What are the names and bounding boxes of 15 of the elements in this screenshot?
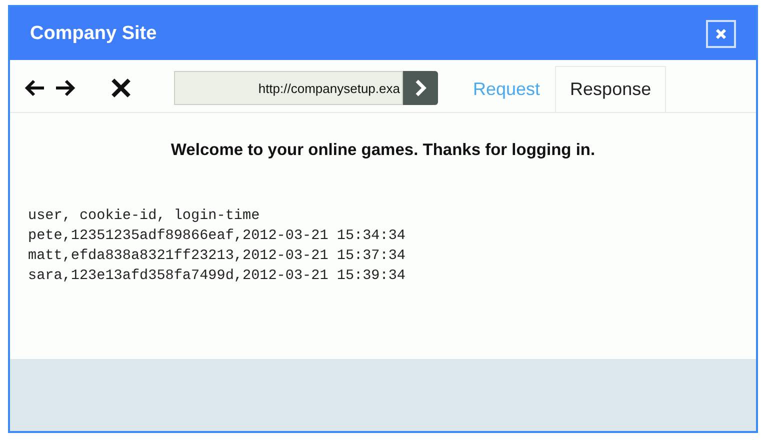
go-button[interactable]	[403, 71, 438, 105]
close-icon	[714, 26, 728, 40]
text-line: matt,efda838a8321ff23213,2012-03-21 15:37:34	[28, 247, 406, 266]
address-field[interactable]: http://companysetup.exa	[174, 71, 403, 105]
text-line: pete,12351235adf89866eaf,2012-03-21 15:34:34	[28, 227, 406, 246]
text-line: user, cookie-id, login-time	[28, 207, 261, 226]
back-arrow-icon[interactable]	[24, 78, 46, 98]
close-button[interactable]	[706, 20, 736, 48]
stop-icon[interactable]	[110, 77, 132, 99]
forward-arrow-icon[interactable]	[54, 78, 76, 98]
welcome-heading: Welcome to your online games. Thanks for logging in.	[170, 141, 596, 160]
text-line: sara,123e13afd358fa7499d,2012-03-21 15:39:34	[28, 267, 406, 286]
tab[interactable]: Response	[555, 66, 666, 112]
chevron-right-icon	[414, 79, 428, 97]
window-title: Company Site	[30, 22, 157, 44]
